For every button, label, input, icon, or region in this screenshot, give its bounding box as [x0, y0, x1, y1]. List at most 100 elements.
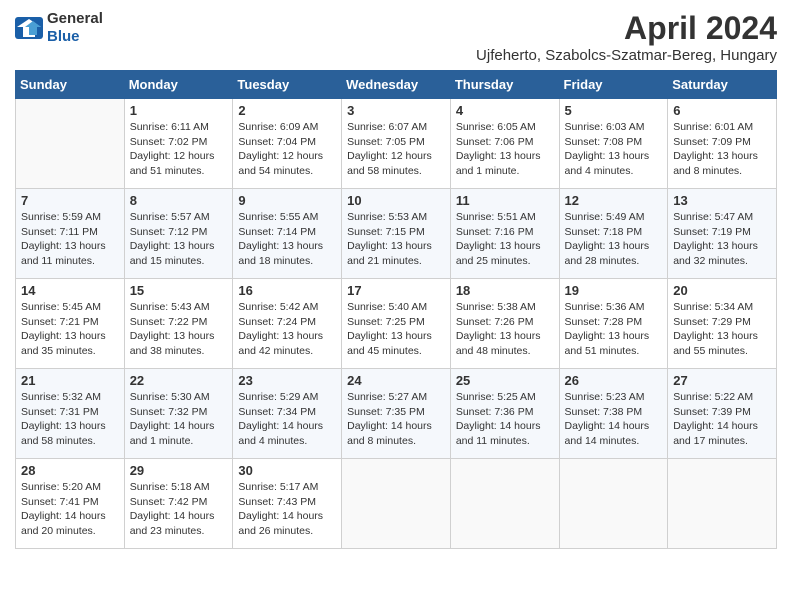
day-number: 1 [130, 103, 228, 118]
logo-general: General [47, 10, 103, 27]
calendar-week-row: 1 Sunrise: 6:11 AM Sunset: 7:02 PM Daylig… [16, 99, 777, 189]
table-row [342, 459, 451, 549]
table-row: 22Sunrise: 5:30 AM Sunset: 7:32 PM Dayli… [124, 369, 233, 459]
day-number: 2 [238, 103, 336, 118]
col-monday: Monday [124, 71, 233, 99]
day-info: Sunrise: 5:34 AM Sunset: 7:29 PM Dayligh… [673, 300, 771, 359]
day-number: 11 [456, 193, 554, 208]
day-info: Sunrise: 6:09 AM Sunset: 7:04 PM Dayligh… [238, 120, 336, 179]
day-info: Sunrise: 5:59 AM Sunset: 7:11 PM Dayligh… [21, 210, 119, 269]
day-number: 14 [21, 283, 119, 298]
col-tuesday: Tuesday [233, 71, 342, 99]
day-number: 16 [238, 283, 336, 298]
day-number: 30 [238, 463, 336, 478]
day-info: Sunrise: 5:42 AM Sunset: 7:24 PM Dayligh… [238, 300, 336, 359]
logo-icon [15, 17, 43, 39]
day-info: Sunrise: 5:29 AM Sunset: 7:34 PM Dayligh… [238, 390, 336, 449]
table-row: 24 Sunrise: 5:27 AM Sunset: 7:35 PM Dayli… [342, 369, 451, 459]
day-info: Sunrise: 5:25 AM Sunset: 7:36 PM Dayligh… [456, 390, 554, 449]
table-row: 23Sunrise: 5:29 AM Sunset: 7:34 PM Dayli… [233, 369, 342, 459]
calendar-week-row: 14 Sunrise: 5:45 AM Sunset: 7:21 PM Dayli… [16, 279, 777, 369]
col-sunday: Sunday [16, 71, 125, 99]
day-info: Sunrise: 5:38 AM Sunset: 7:26 PM Dayligh… [456, 300, 554, 359]
title-area: April 2024 Ujfeherto, Szabolcs-Szatmar-B… [476, 10, 777, 64]
day-number: 27 [673, 373, 771, 388]
table-row: 15Sunrise: 5:43 AM Sunset: 7:22 PM Dayli… [124, 279, 233, 369]
day-number: 15 [130, 283, 228, 298]
table-row: 2 Sunrise: 6:09 AM Sunset: 7:04 PM Daylig… [233, 99, 342, 189]
table-row: 5Sunrise: 6:03 AM Sunset: 7:08 PM Daylig… [559, 99, 668, 189]
day-info: Sunrise: 5:30 AM Sunset: 7:32 PM Dayligh… [130, 390, 228, 449]
day-info: Sunrise: 5:45 AM Sunset: 7:21 PM Dayligh… [21, 300, 119, 359]
day-info: Sunrise: 5:36 AM Sunset: 7:28 PM Dayligh… [565, 300, 663, 359]
day-info: Sunrise: 5:57 AM Sunset: 7:12 PM Dayligh… [130, 210, 228, 269]
table-row: 11 Sunrise: 5:51 AM Sunset: 7:16 PM Dayli… [450, 189, 559, 279]
table-row: 29 Sunrise: 5:18 AM Sunset: 7:42 PM Dayli… [124, 459, 233, 549]
day-info: Sunrise: 5:47 AM Sunset: 7:19 PM Dayligh… [673, 210, 771, 269]
table-row: 14 Sunrise: 5:45 AM Sunset: 7:21 PM Dayli… [16, 279, 125, 369]
table-row: 12Sunrise: 5:49 AM Sunset: 7:18 PM Dayli… [559, 189, 668, 279]
table-row: 13 Sunrise: 5:47 AM Sunset: 7:19 PM Dayli… [668, 189, 777, 279]
col-thursday: Thursday [450, 71, 559, 99]
table-row: 10 Sunrise: 5:53 AM Sunset: 7:15 PM Dayli… [342, 189, 451, 279]
table-row: 30Sunrise: 5:17 AM Sunset: 7:43 PM Dayli… [233, 459, 342, 549]
day-info: Sunrise: 6:01 AM Sunset: 7:09 PM Dayligh… [673, 120, 771, 179]
table-row: 6 Sunrise: 6:01 AM Sunset: 7:09 PM Daylig… [668, 99, 777, 189]
location-title: Ujfeherto, Szabolcs-Szatmar-Bereg, Hunga… [476, 47, 777, 64]
col-wednesday: Wednesday [342, 71, 451, 99]
table-row: 27Sunrise: 5:22 AM Sunset: 7:39 PM Dayli… [668, 369, 777, 459]
table-row: 9Sunrise: 5:55 AM Sunset: 7:14 PM Daylig… [233, 189, 342, 279]
col-saturday: Saturday [668, 71, 777, 99]
table-row: 20 Sunrise: 5:34 AM Sunset: 7:29 PM Dayli… [668, 279, 777, 369]
table-row: 7 Sunrise: 5:59 AM Sunset: 7:11 PM Daylig… [16, 189, 125, 279]
logo-blue: Blue [47, 28, 80, 45]
day-number: 20 [673, 283, 771, 298]
day-info: Sunrise: 5:27 AM Sunset: 7:35 PM Dayligh… [347, 390, 445, 449]
day-info: Sunrise: 6:11 AM Sunset: 7:02 PM Dayligh… [130, 120, 228, 179]
day-number: 10 [347, 193, 445, 208]
table-row [450, 459, 559, 549]
day-info: Sunrise: 5:18 AM Sunset: 7:42 PM Dayligh… [130, 480, 228, 539]
day-number: 9 [238, 193, 336, 208]
day-info: Sunrise: 6:07 AM Sunset: 7:05 PM Dayligh… [347, 120, 445, 179]
col-friday: Friday [559, 71, 668, 99]
day-number: 19 [565, 283, 663, 298]
day-number: 6 [673, 103, 771, 118]
day-info: Sunrise: 5:51 AM Sunset: 7:16 PM Dayligh… [456, 210, 554, 269]
table-row [668, 459, 777, 549]
day-number: 29 [130, 463, 228, 478]
table-row: 28 Sunrise: 5:20 AM Sunset: 7:41 PM Dayli… [16, 459, 125, 549]
day-number: 7 [21, 193, 119, 208]
day-info: Sunrise: 6:03 AM Sunset: 7:08 PM Dayligh… [565, 120, 663, 179]
day-info: Sunrise: 5:53 AM Sunset: 7:15 PM Dayligh… [347, 210, 445, 269]
calendar-week-row: 7 Sunrise: 5:59 AM Sunset: 7:11 PM Daylig… [16, 189, 777, 279]
table-row: 3 Sunrise: 6:07 AM Sunset: 7:05 PM Daylig… [342, 99, 451, 189]
table-row: 26 Sunrise: 5:23 AM Sunset: 7:38 PM Dayli… [559, 369, 668, 459]
day-number: 17 [347, 283, 445, 298]
table-row: 17Sunrise: 5:40 AM Sunset: 7:25 PM Dayli… [342, 279, 451, 369]
table-row: 19 Sunrise: 5:36 AM Sunset: 7:28 PM Dayli… [559, 279, 668, 369]
day-number: 24 [347, 373, 445, 388]
day-info: Sunrise: 5:20 AM Sunset: 7:41 PM Dayligh… [21, 480, 119, 539]
page-header: General Blue April 2024 Ujfeherto, Szabo… [15, 10, 777, 64]
day-number: 4 [456, 103, 554, 118]
table-row: 1 Sunrise: 6:11 AM Sunset: 7:02 PM Daylig… [124, 99, 233, 189]
calendar-week-row: 21Sunrise: 5:32 AM Sunset: 7:31 PM Dayli… [16, 369, 777, 459]
day-info: Sunrise: 5:49 AM Sunset: 7:18 PM Dayligh… [565, 210, 663, 269]
calendar-table: Sunday Monday Tuesday Wednesday Thursday… [15, 70, 777, 549]
month-title: April 2024 [476, 10, 777, 47]
day-number: 8 [130, 193, 228, 208]
day-number: 13 [673, 193, 771, 208]
day-number: 3 [347, 103, 445, 118]
day-number: 21 [21, 373, 119, 388]
calendar-header-row: Sunday Monday Tuesday Wednesday Thursday… [16, 71, 777, 99]
day-info: Sunrise: 5:23 AM Sunset: 7:38 PM Dayligh… [565, 390, 663, 449]
calendar-week-row: 28 Sunrise: 5:20 AM Sunset: 7:41 PM Dayli… [16, 459, 777, 549]
day-number: 28 [21, 463, 119, 478]
table-row: 18Sunrise: 5:38 AM Sunset: 7:26 PM Dayli… [450, 279, 559, 369]
table-row: 25Sunrise: 5:25 AM Sunset: 7:36 PM Dayli… [450, 369, 559, 459]
table-row: 16 Sunrise: 5:42 AM Sunset: 7:24 PM Dayli… [233, 279, 342, 369]
day-number: 26 [565, 373, 663, 388]
table-row [16, 99, 125, 189]
logo: General Blue [15, 10, 103, 46]
